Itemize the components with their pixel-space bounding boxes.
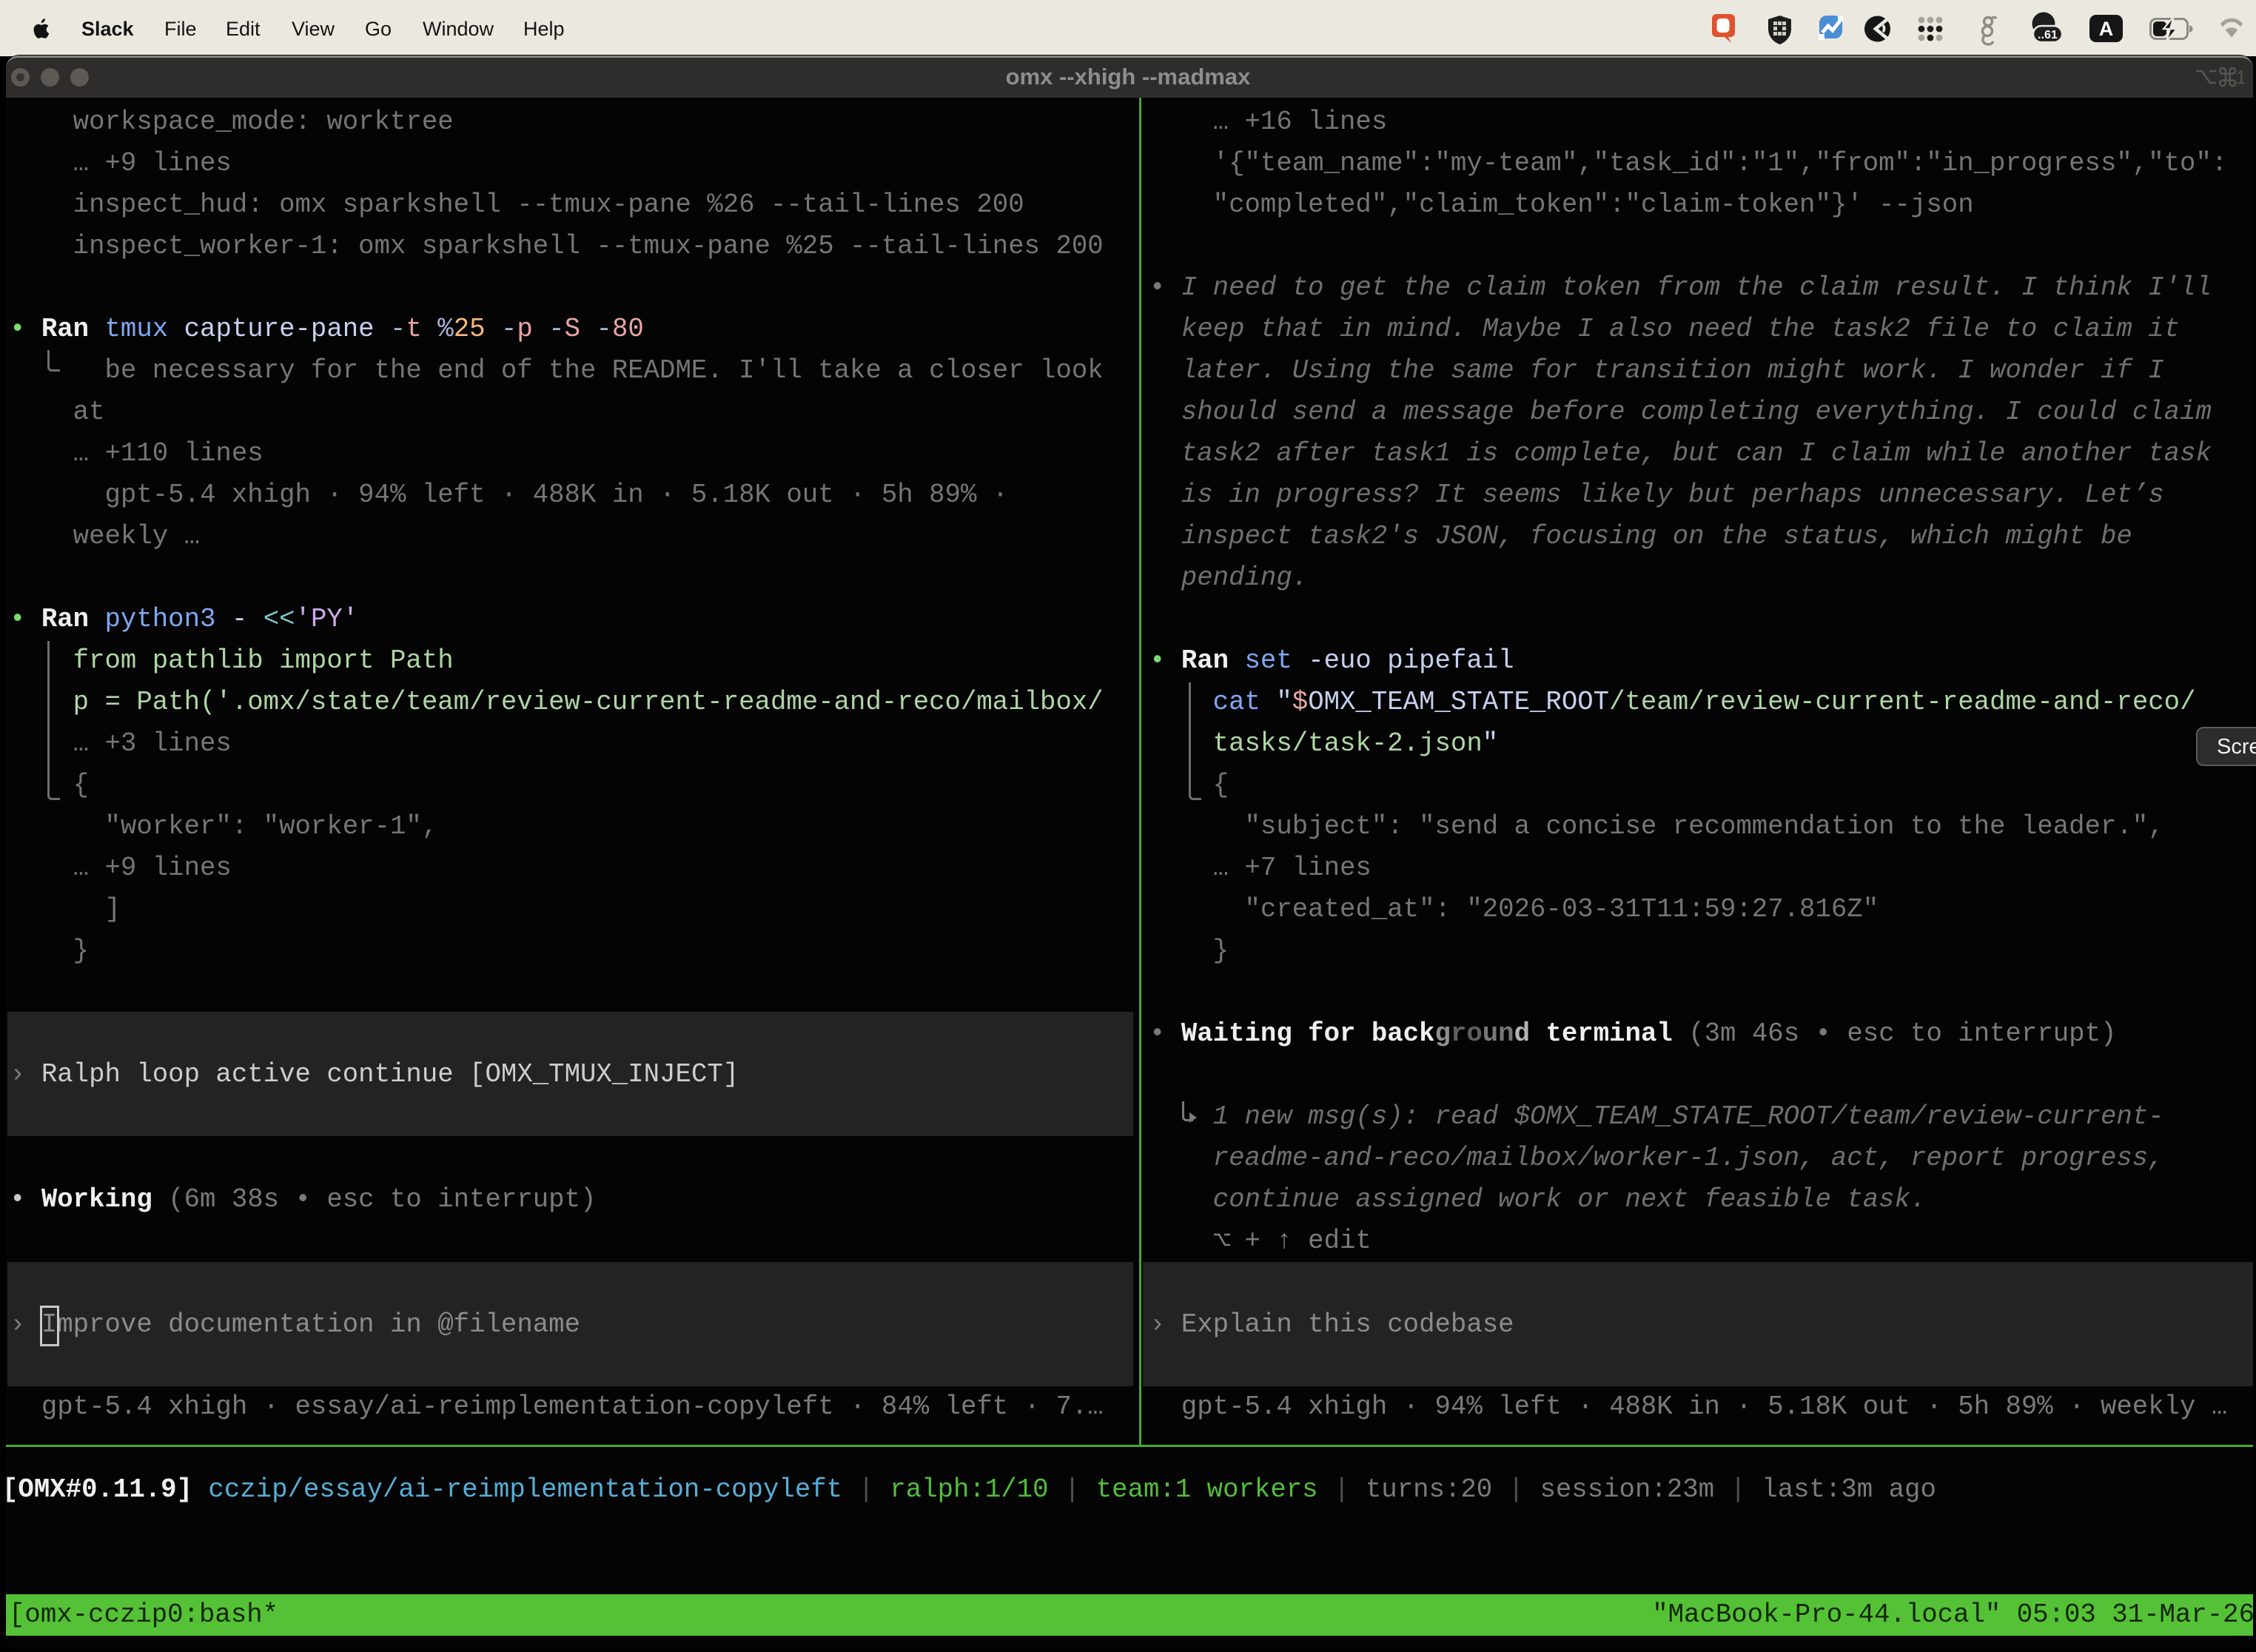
svg-text:..61: ..61 — [2038, 29, 2058, 41]
svg-text:A: A — [2099, 18, 2114, 40]
svg-text:1: 1 — [2236, 67, 2244, 87]
